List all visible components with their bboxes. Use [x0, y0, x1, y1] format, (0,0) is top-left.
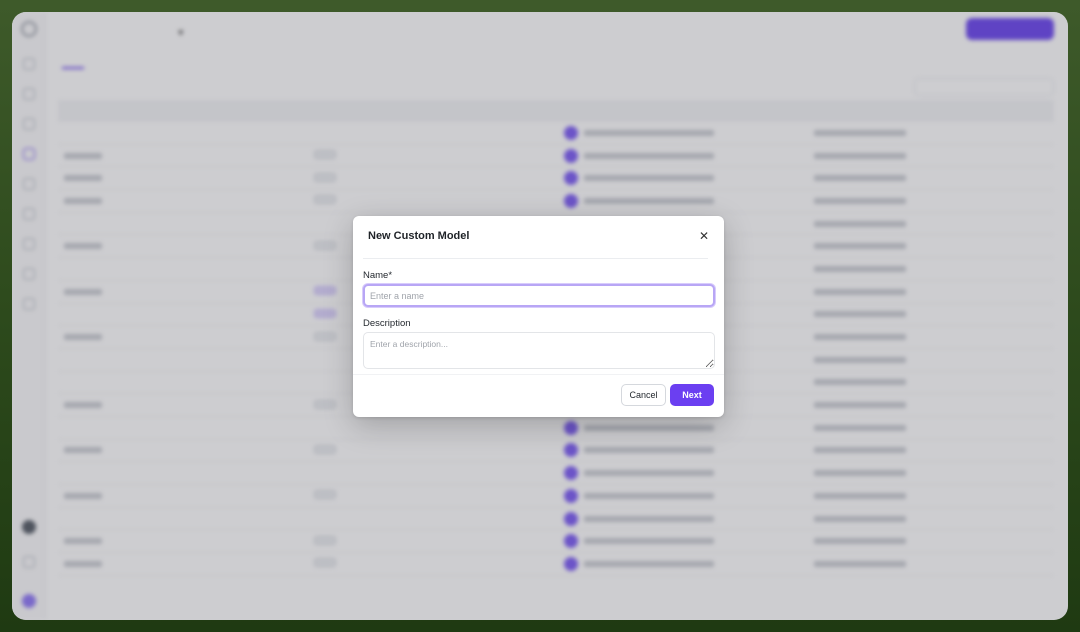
description-label: Description [363, 318, 411, 329]
new-custom-model-dialog: New Custom Model ✕ Name* Description Can… [353, 216, 724, 417]
dialog-title: New Custom Model [368, 230, 470, 242]
name-input[interactable] [363, 284, 715, 307]
dialog-header-divider [363, 258, 708, 259]
description-textarea[interactable] [363, 332, 715, 369]
name-label: Name* [363, 270, 393, 281]
close-icon: ✕ [698, 229, 710, 243]
close-button[interactable]: ✕ [696, 228, 712, 244]
next-button[interactable]: Next [670, 384, 714, 406]
cancel-button[interactable]: Cancel [621, 384, 666, 406]
dialog-footer-divider [353, 374, 724, 375]
